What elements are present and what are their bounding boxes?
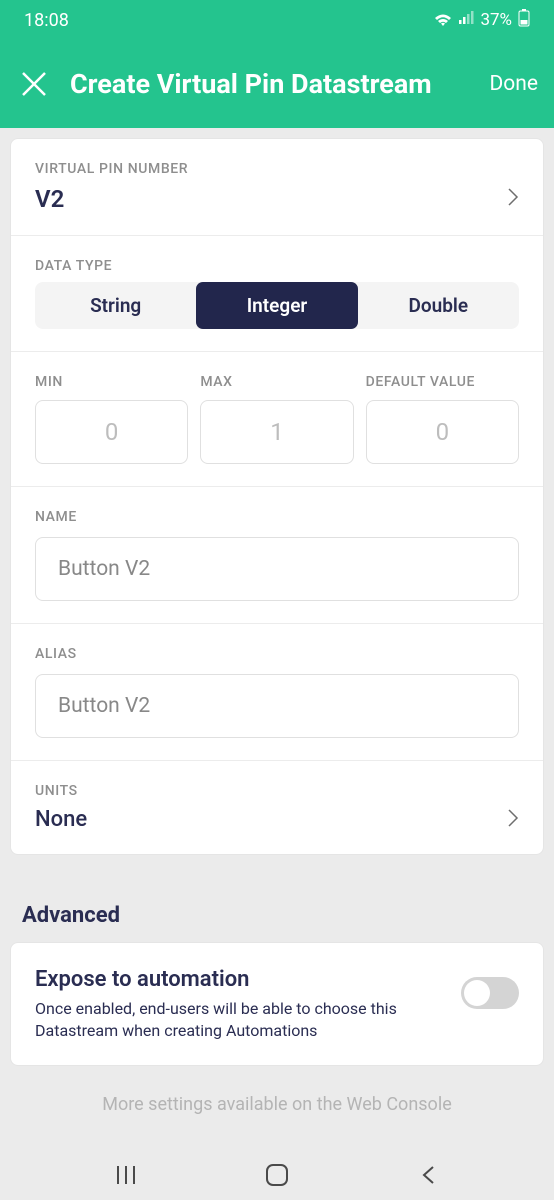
- status-bar: 18:08 37%: [0, 0, 554, 40]
- nav-recent-button[interactable]: [110, 1159, 142, 1191]
- units-section: UNITS None: [11, 761, 543, 854]
- nav-bar: [0, 1150, 554, 1200]
- chevron-right-icon: [507, 187, 519, 211]
- header: Create Virtual Pin Datastream Done: [0, 40, 554, 128]
- default-input[interactable]: [366, 400, 519, 464]
- close-icon: [19, 69, 49, 99]
- expose-desc: Once enabled, end-users will be able to …: [35, 998, 443, 1041]
- nav-home-button[interactable]: [261, 1159, 293, 1191]
- virtual-pin-label: VIRTUAL PIN NUMBER: [35, 161, 519, 177]
- status-right: 37%: [434, 9, 530, 32]
- min-label: MIN: [35, 374, 188, 390]
- name-label: NAME: [35, 509, 519, 525]
- virtual-pin-value: V2: [35, 185, 64, 213]
- expose-title: Expose to automation: [35, 967, 443, 992]
- virtual-pin-section: VIRTUAL PIN NUMBER V2: [11, 139, 543, 236]
- chevron-right-icon: [507, 808, 519, 832]
- data-type-segmented: String Integer Double: [35, 282, 519, 329]
- done-button[interactable]: Done: [490, 72, 539, 96]
- data-type-label: DATA TYPE: [35, 258, 519, 274]
- default-col: DEFAULT VALUE: [366, 374, 519, 464]
- wifi-icon: [434, 13, 452, 27]
- close-button[interactable]: [16, 66, 52, 102]
- nav-home-icon: [264, 1162, 290, 1188]
- max-label: MAX: [200, 374, 353, 390]
- nav-back-icon: [420, 1164, 436, 1186]
- alias-section: ALIAS: [11, 624, 543, 761]
- advanced-heading: Advanced: [10, 855, 544, 942]
- min-input[interactable]: [35, 400, 188, 464]
- battery-icon: [518, 9, 530, 32]
- units-value: None: [35, 807, 87, 832]
- range-section: MIN MAX DEFAULT VALUE: [11, 352, 543, 487]
- expose-toggle[interactable]: [461, 977, 519, 1009]
- data-type-section: DATA TYPE String Integer Double: [11, 236, 543, 352]
- max-input[interactable]: [200, 400, 353, 464]
- max-col: MAX: [200, 374, 353, 464]
- default-label: DEFAULT VALUE: [366, 374, 519, 390]
- virtual-pin-selector[interactable]: V2: [35, 185, 519, 213]
- advanced-card: Expose to automation Once enabled, end-u…: [10, 942, 544, 1066]
- nav-recent-icon: [115, 1164, 137, 1186]
- page-title: Create Virtual Pin Datastream: [70, 68, 472, 100]
- units-selector[interactable]: None: [35, 807, 519, 832]
- content: VIRTUAL PIN NUMBER V2 DATA TYPE String I…: [0, 128, 554, 1125]
- segment-integer[interactable]: Integer: [196, 282, 357, 329]
- footer-note: More settings available on the Web Conso…: [10, 1094, 544, 1115]
- status-time: 18:08: [24, 10, 69, 31]
- alias-input[interactable]: [35, 674, 519, 738]
- main-card: VIRTUAL PIN NUMBER V2 DATA TYPE String I…: [10, 138, 544, 855]
- segment-double[interactable]: Double: [358, 282, 519, 329]
- name-section: NAME: [11, 487, 543, 624]
- signal-icon: [458, 10, 474, 30]
- min-col: MIN: [35, 374, 188, 464]
- segment-string[interactable]: String: [35, 282, 196, 329]
- alias-label: ALIAS: [35, 646, 519, 662]
- name-input[interactable]: [35, 537, 519, 601]
- nav-back-button[interactable]: [412, 1159, 444, 1191]
- units-label: UNITS: [35, 783, 519, 799]
- expose-toggle-row: Expose to automation Once enabled, end-u…: [35, 967, 519, 1041]
- battery-percent: 37%: [480, 10, 512, 30]
